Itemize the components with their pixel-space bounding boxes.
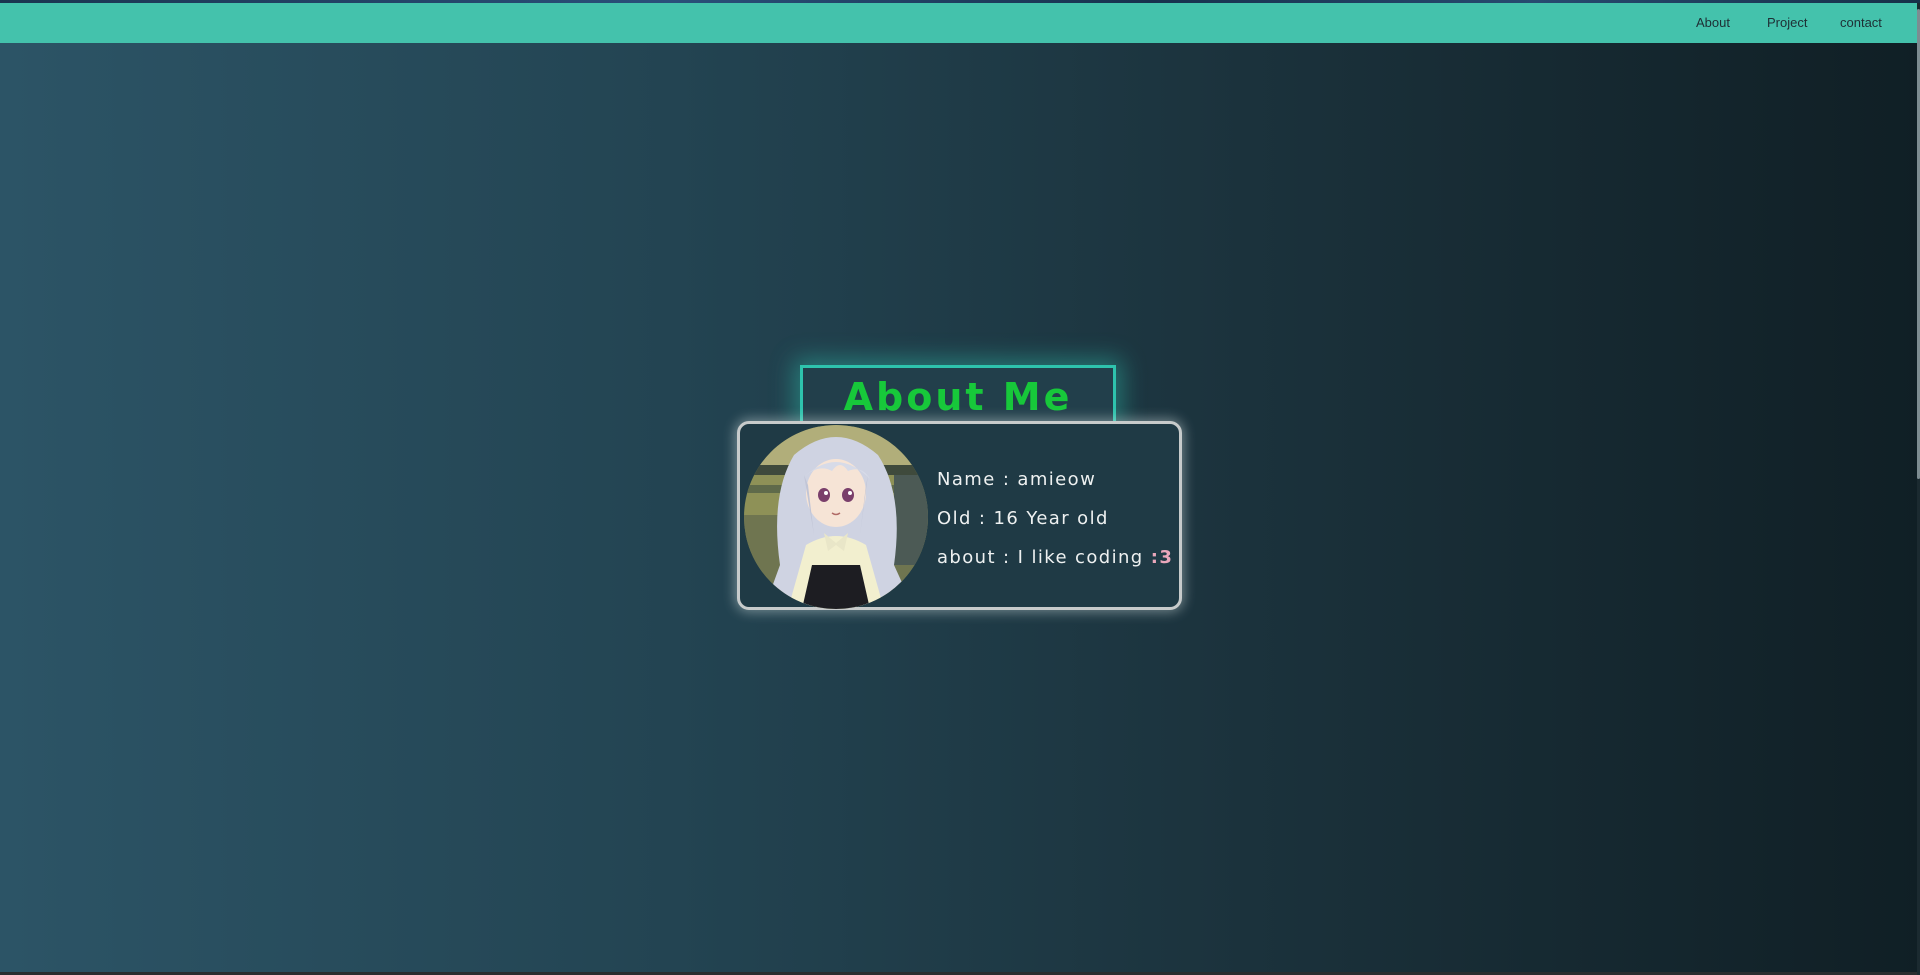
nav-link-contact[interactable]: contact bbox=[1840, 15, 1882, 30]
anime-girl-avatar-icon bbox=[744, 425, 928, 609]
page-title: About Me bbox=[843, 375, 1073, 419]
profile-age-line: Old : 16 Year old bbox=[937, 508, 1109, 529]
nav-link-about[interactable]: About bbox=[1696, 15, 1730, 30]
profile-card: Name : amieow Old : 16 Year old about : … bbox=[737, 421, 1182, 610]
profile-about-line: about : I like coding :3 bbox=[937, 547, 1173, 568]
profile-emote: :3 bbox=[1150, 547, 1174, 568]
top-navbar: About Project contact bbox=[0, 3, 1918, 43]
profile-name-line: Name : amieow bbox=[937, 469, 1097, 490]
about-me-title-box: About Me bbox=[800, 365, 1116, 421]
profile-avatar bbox=[744, 425, 928, 609]
profile-about-text: about : I like coding bbox=[937, 547, 1151, 568]
nav-link-project[interactable]: Project bbox=[1767, 15, 1807, 30]
